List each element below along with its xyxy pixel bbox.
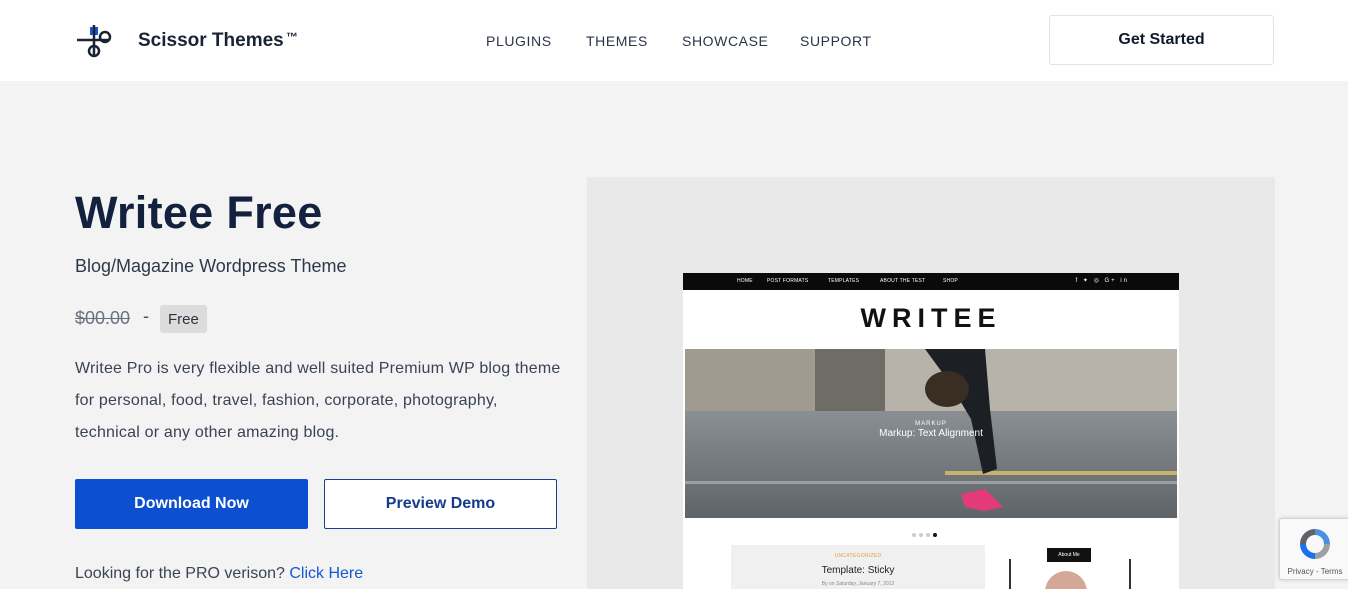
mock-nav-templates: TEMPLATES <box>828 278 860 284</box>
price-separator: - <box>143 306 149 326</box>
price-badge: Free <box>160 305 207 333</box>
nav-plugins[interactable]: PLUGINS <box>486 33 552 49</box>
mock-slider-dots <box>912 524 940 542</box>
nav-themes[interactable]: THEMES <box>586 33 648 49</box>
mock-sidebar-border <box>1129 559 1131 589</box>
pro-prompt-text: Looking for the PRO verison? <box>75 565 285 582</box>
mock-post-title: Template: Sticky <box>821 565 895 576</box>
mock-avatar <box>1045 571 1087 589</box>
scissor-logo-icon[interactable] <box>77 24 113 58</box>
recaptcha-terms[interactable]: Privacy - Terms <box>1280 567 1348 576</box>
preview-demo-button[interactable]: Preview Demo <box>324 479 557 529</box>
mock-dot <box>919 533 923 537</box>
recaptcha-badge[interactable]: Privacy - Terms <box>1279 518 1348 580</box>
product-description: Writee Pro is very flexible and well sui… <box>75 360 561 441</box>
mock-post-meta: By on Saturday, January 7, 2012 <box>821 581 895 587</box>
mock-social-icons: f ✦ ◎ G+ in <box>1075 278 1129 284</box>
mock-nav-post-formats: POST FORMATS <box>767 278 809 284</box>
theme-screenshot[interactable]: HOME POST FORMATS TEMPLATES ABOUT THE TE… <box>683 273 1179 589</box>
nav-showcase[interactable]: SHOWCASE <box>682 33 768 49</box>
mock-about-me-label: About Me <box>1047 548 1091 562</box>
brand-name[interactable]: Scissor Themes <box>138 30 284 52</box>
pro-version-prompt: Looking for the PRO verison? Click Here <box>75 565 363 583</box>
pro-click-here-link[interactable]: Click Here <box>289 565 363 582</box>
mock-nav-about: ABOUT THE TEST <box>880 278 926 284</box>
mock-sidebar-border <box>1009 559 1011 589</box>
get-started-button[interactable]: Get Started <box>1049 15 1274 65</box>
mock-hero-label: MARKUP <box>915 421 947 427</box>
mock-hero-title: Markup: Text Alignment <box>879 428 983 439</box>
mock-site-logo: WRITEE <box>860 303 1002 333</box>
download-now-button[interactable]: Download Now <box>75 479 308 529</box>
mock-nav-home: HOME <box>737 278 753 284</box>
product-subtitle: Blog/Magazine Wordpress Theme <box>75 256 347 276</box>
site-header: Scissor Themes ™ PLUGINS THEMES SHOWCASE… <box>0 0 1348 81</box>
nav-support[interactable]: SUPPORT <box>800 33 872 49</box>
product-title: Writee Free <box>75 187 323 238</box>
mock-dot <box>926 533 930 537</box>
mock-dot-active <box>933 533 937 537</box>
old-price: $00.00 <box>75 308 131 328</box>
mock-nav-bar: HOME POST FORMATS TEMPLATES ABOUT THE TE… <box>683 273 1179 290</box>
trademark-symbol: ™ <box>286 30 298 44</box>
mock-post-category: UNCATEGORIZED <box>834 553 882 559</box>
mock-dot <box>912 533 916 537</box>
mock-post-card: UNCATEGORIZED Template: Sticky By on Sat… <box>731 545 985 589</box>
mock-nav-shop: SHOP <box>943 278 958 284</box>
recaptcha-icon <box>1300 529 1330 559</box>
